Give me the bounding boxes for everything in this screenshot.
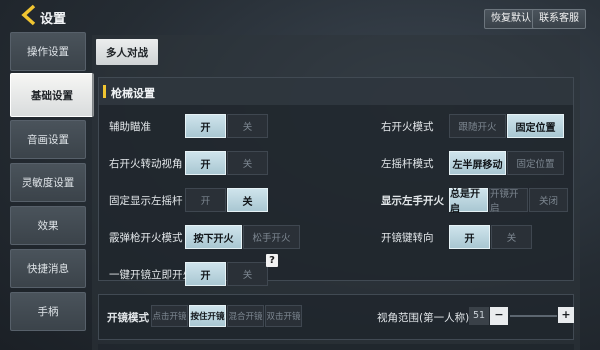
settings-content: 多人对战 枪械设置 辅助瞄准 开 关 右开火转动视角 开 关 固定显示左摇杆 开… [92, 35, 580, 350]
right-fire-rotate-toggle: 开 关 [185, 151, 269, 175]
shotgun-release-fire[interactable]: 松手开火 [243, 225, 300, 249]
fov-increase-button[interactable]: + [558, 307, 574, 323]
shotgun-press-fire[interactable]: 按下开火 [185, 225, 242, 249]
fov-slider-track[interactable] [510, 315, 557, 317]
restore-default-button[interactable]: 恢复默认 [484, 9, 538, 29]
right-fire-fixed[interactable]: 固定位置 [507, 114, 564, 138]
section-title: 枪械设置 [111, 87, 155, 100]
one-tap-scope-fire-off[interactable]: 关 [227, 262, 268, 286]
right-fire-rotate-off[interactable]: 关 [227, 151, 268, 175]
aim-assist-off[interactable]: 关 [227, 114, 268, 138]
settings-sidebar: 操作设置 基础设置 音画设置 灵敏度设置 效果 快捷消息 手柄 [10, 32, 94, 335]
scope-turn-toggle: 开 关 [449, 225, 533, 249]
sidebar-item-quick-messages[interactable]: 快捷消息 [10, 249, 86, 288]
left-stick-half-screen[interactable]: 左半屏移动 [449, 151, 506, 175]
scope-mode-hold[interactable]: 按住开镜 [189, 305, 226, 327]
one-tap-scope-fire-on[interactable]: 开 [185, 262, 226, 286]
sidebar-item-effects[interactable]: 效果 [10, 206, 86, 245]
gun-settings-panel: 枪械设置 辅助瞄准 开 关 右开火转动视角 开 关 固定显示左摇杆 开 关 霰弹… [98, 77, 574, 286]
section-accent-bar [103, 85, 106, 98]
scope-turn-on[interactable]: 开 [449, 225, 490, 249]
sidebar-item-sensitivity[interactable]: 灵敏度设置 [10, 163, 86, 202]
shotgun-fire-mode-label: 霰弹枪开火模式 [109, 232, 183, 244]
left-stick-mode-selector: 左半屏移动 固定位置 [449, 151, 565, 175]
fixed-left-stick-on[interactable]: 开 [185, 188, 226, 212]
show-left-fire-off[interactable]: 关闭 [529, 188, 568, 212]
section-header: 枪械设置 [99, 78, 573, 105]
sidebar-item-operation[interactable]: 操作设置 [10, 32, 86, 71]
right-fire-follow[interactable]: 跟随开火 [449, 114, 506, 138]
scope-turn-off[interactable]: 关 [491, 225, 532, 249]
one-tap-scope-fire-toggle: 开 关 [185, 262, 269, 286]
show-left-fire-scope[interactable]: 开镜开启 [489, 188, 528, 214]
scope-mode-mixed[interactable]: 混合开镜 [227, 305, 264, 327]
show-left-fire-label: 显示左手开火 [381, 195, 444, 207]
fov-value: 51 [469, 307, 489, 325]
left-stick-fixed[interactable]: 固定位置 [507, 151, 564, 175]
fixed-left-stick-toggle: 开 关 [185, 188, 269, 212]
help-icon[interactable]: ? [266, 254, 278, 267]
show-left-fire-selector: 总是开启 开镜开启 关闭 [449, 188, 569, 215]
fixed-left-stick-off[interactable]: 关 [227, 188, 268, 212]
aim-assist-on[interactable]: 开 [185, 114, 226, 138]
scope-mode-tap[interactable]: 点击开镜 [151, 305, 188, 327]
scope-mode-selector: 点击开镜 按住开镜 混合开镜 双击开镜 [151, 305, 303, 327]
show-left-fire-always[interactable]: 总是开启 [449, 188, 488, 215]
shotgun-fire-mode-selector: 按下开火 松手开火 [185, 225, 301, 249]
left-stick-mode-label: 左摇杆模式 [381, 158, 434, 170]
right-fire-mode-selector: 跟随开火 固定位置 [449, 114, 565, 138]
contact-service-button[interactable]: 联系客服 [532, 9, 586, 29]
right-fire-rotate-label: 右开火转动视角 [109, 158, 183, 170]
one-tap-scope-fire-label: 一键开镜立即开火 [109, 269, 193, 281]
scope-mode-double-tap[interactable]: 双击开镜 [265, 305, 302, 327]
aim-assist-toggle: 开 关 [185, 114, 269, 138]
sidebar-item-audio-video[interactable]: 音画设置 [10, 120, 86, 159]
right-fire-rotate-on[interactable]: 开 [185, 151, 226, 175]
top-bar: 设置 恢复默认 联系客服 [0, 0, 600, 32]
scope-turn-label: 开镜键转向 [381, 232, 434, 244]
page-title: 设置 [40, 12, 67, 27]
right-fire-mode-label: 右开火模式 [381, 121, 434, 133]
sidebar-item-controller[interactable]: 手柄 [10, 292, 86, 331]
fov-label: 视角范围(第一人称) [377, 312, 470, 324]
sidebar-item-basic[interactable]: 基础设置 [10, 73, 94, 117]
next-row-edge [98, 344, 574, 350]
aim-assist-label: 辅助瞄准 [109, 121, 151, 133]
back-arrow-icon[interactable] [20, 4, 40, 26]
tab-multiplayer[interactable]: 多人对战 [96, 39, 158, 65]
scope-mode-label: 开镜模式 [107, 312, 149, 324]
fixed-left-stick-label: 固定显示左摇杆 [109, 195, 183, 207]
fov-decrease-button[interactable]: − [490, 307, 508, 325]
scope-mode-row: 开镜模式 点击开镜 按住开镜 混合开镜 双击开镜 视角范围(第一人称) 51 −… [98, 294, 574, 340]
